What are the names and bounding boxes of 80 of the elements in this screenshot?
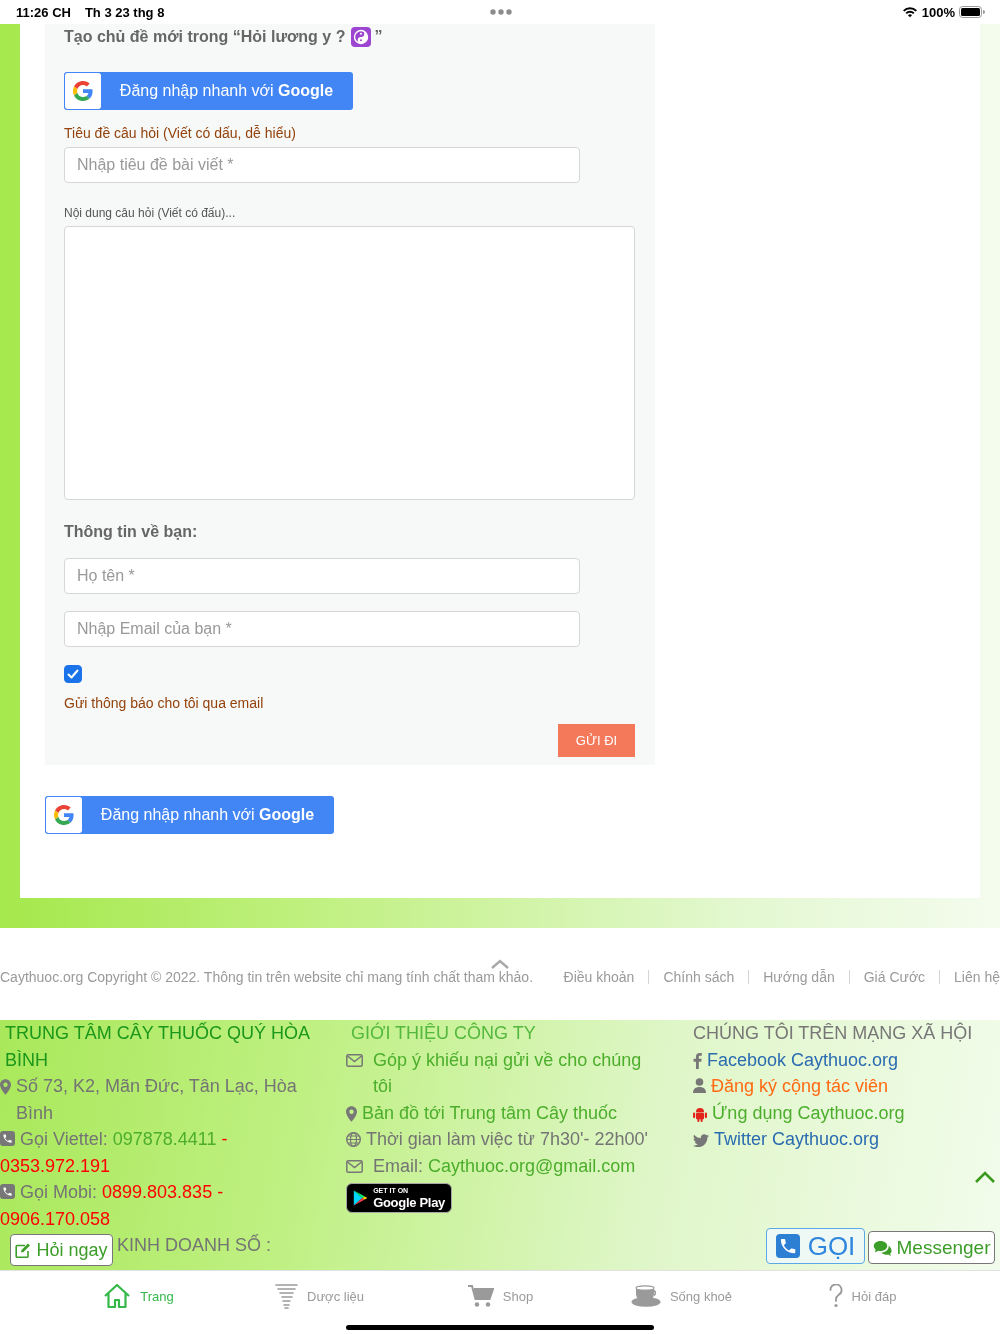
business-text: KINH DOANH SỐ : (117, 1235, 272, 1255)
submit-button[interactable]: GỬI ĐI (558, 724, 635, 757)
phone-number[interactable]: 097878.4411 (112, 1126, 217, 1153)
house-icon (103, 1283, 132, 1309)
closing-quote: ” (374, 28, 383, 46)
google-logo-icon (65, 73, 101, 109)
tornado-icon (275, 1283, 298, 1309)
text-input[interactable]: Họ tên * (64, 558, 580, 594)
facebook-icon (693, 1052, 702, 1069)
info-link[interactable]: Caythuoc.org@gmail.com (428, 1152, 636, 1179)
info-link[interactable]: Bản đồ tới Trung tâm Cây thuốc (362, 1099, 658, 1126)
about-heading: Thông tin về bạn: (64, 522, 198, 542)
more-dots-icon[interactable] (489, 9, 512, 15)
battery-percent: 100% (921, 4, 955, 20)
google-login-button[interactable]: Đăng nhập nhanh với Google (45, 796, 334, 834)
social-link[interactable]: Ứng dụng Caythuoc.org (712, 1099, 905, 1126)
tab-item[interactable]: Trang (48, 1271, 229, 1321)
social-link[interactable]: Đăng ký cộng tác viên (711, 1073, 889, 1100)
status-time: 11:26 CH (16, 4, 71, 20)
battery-icon (959, 6, 985, 18)
footer-link[interactable]: Điều khoản (563, 967, 635, 987)
tab-item[interactable]: Hỏi đáp (772, 1271, 953, 1321)
bird-icon (693, 1133, 709, 1147)
footer-link[interactable]: Liên hệ (954, 967, 1000, 987)
notify-checkbox[interactable] (64, 665, 82, 683)
footer-link[interactable]: Giá Cước (863, 967, 926, 987)
envelope-icon (346, 1159, 363, 1173)
company-heading: GIỚI THIỆU CÔNG TY (350, 1021, 537, 1045)
text-input[interactable]: Nhập Email của bạn * (64, 611, 580, 647)
call-button[interactable]: GỌI (766, 1228, 865, 1264)
social-link[interactable]: Twitter Caythuoc.org (714, 1126, 880, 1153)
title-label: Tiêu đề câu hỏi (Viết có dấu, dễ hiểu) (64, 124, 296, 143)
phone-icon (0, 1184, 15, 1199)
notify-label: Gửi thông báo cho tôi qua email (64, 694, 264, 713)
google-login-button[interactable]: Đăng nhập nhanh với Google (64, 72, 353, 110)
phone-number[interactable]: 0899.803.835 (102, 1179, 213, 1206)
footer-link[interactable]: Hướng dẫn (763, 967, 835, 987)
globe-icon (346, 1132, 361, 1147)
cart-icon (467, 1284, 494, 1308)
android-icon (693, 1105, 707, 1122)
content-label: Nội dung câu hỏi (Viết có đấu)... (64, 205, 236, 221)
form-title: Tạo chủ đề mới trong “Hỏi lương y ? (64, 28, 346, 46)
phone-label: Gọi Mobi: (20, 1181, 98, 1204)
title-input[interactable]: Nhập tiêu đề bài viết * (64, 147, 580, 183)
status-date: Th 3 23 thg 8 (84, 4, 165, 20)
chevron-up-icon[interactable] (490, 958, 510, 970)
tab-item[interactable]: Shop (410, 1271, 591, 1321)
copyright-text: Caythuoc.org Copyright © 2022. Thông tin trên website chỉ mang tính chất tham khảo. (0, 968, 534, 987)
phone-number[interactable]: - (221, 1126, 228, 1153)
center-heading: TRUNG TÂM CÂY THUỐC QUÝ HÒA BÌNH (4, 1021, 311, 1072)
phone-icon (0, 1131, 15, 1146)
phone-number[interactable]: - (217, 1179, 224, 1206)
user-icon (693, 1078, 706, 1093)
tab-item[interactable]: Dược liệu (229, 1271, 410, 1321)
question-mark-icon (828, 1284, 843, 1308)
info-text: Email: (373, 1154, 423, 1178)
ask-now-button[interactable]: Hỏi ngay (10, 1234, 113, 1266)
footer-link[interactable]: Chính sách (663, 967, 735, 987)
map-pin-icon (0, 1079, 11, 1095)
play-store-icon (353, 1188, 369, 1208)
tab-item[interactable]: Sống khoẻ (591, 1271, 772, 1321)
yin-yang-icon (351, 27, 372, 47)
info-link[interactable]: Góp ý khiếu nại gửi về cho chúng tôi (373, 1046, 658, 1100)
phone-number[interactable]: 0906.170.058 (0, 1205, 111, 1232)
messenger-button[interactable]: Messenger (868, 1231, 995, 1264)
google-logo-icon (46, 797, 82, 833)
map-pin-icon (346, 1105, 357, 1122)
phone-label: Gọi Viettel: (20, 1128, 108, 1151)
cup-icon (630, 1285, 661, 1307)
chat-bubbles-icon (872, 1239, 893, 1256)
social-heading: CHÚNG TÔI TRÊN MẠNG XÃ HỘI (693, 1021, 974, 1045)
edit-icon (15, 1242, 32, 1258)
social-link[interactable]: Facebook Caythuoc.org (707, 1046, 899, 1073)
address-text: Số 73, K2, Mãn Đức, Tân Lạc, Hòa Bình (16, 1075, 298, 1125)
phone-number[interactable]: 0353.972.191 (0, 1152, 111, 1179)
phone-icon (775, 1234, 800, 1258)
wifi-icon (901, 6, 918, 18)
info-text: Thời gian làm việc từ 7h30'- 22h00' (366, 1128, 648, 1151)
chevron-up-icon[interactable] (974, 1170, 996, 1184)
envelope-icon (346, 1053, 363, 1067)
